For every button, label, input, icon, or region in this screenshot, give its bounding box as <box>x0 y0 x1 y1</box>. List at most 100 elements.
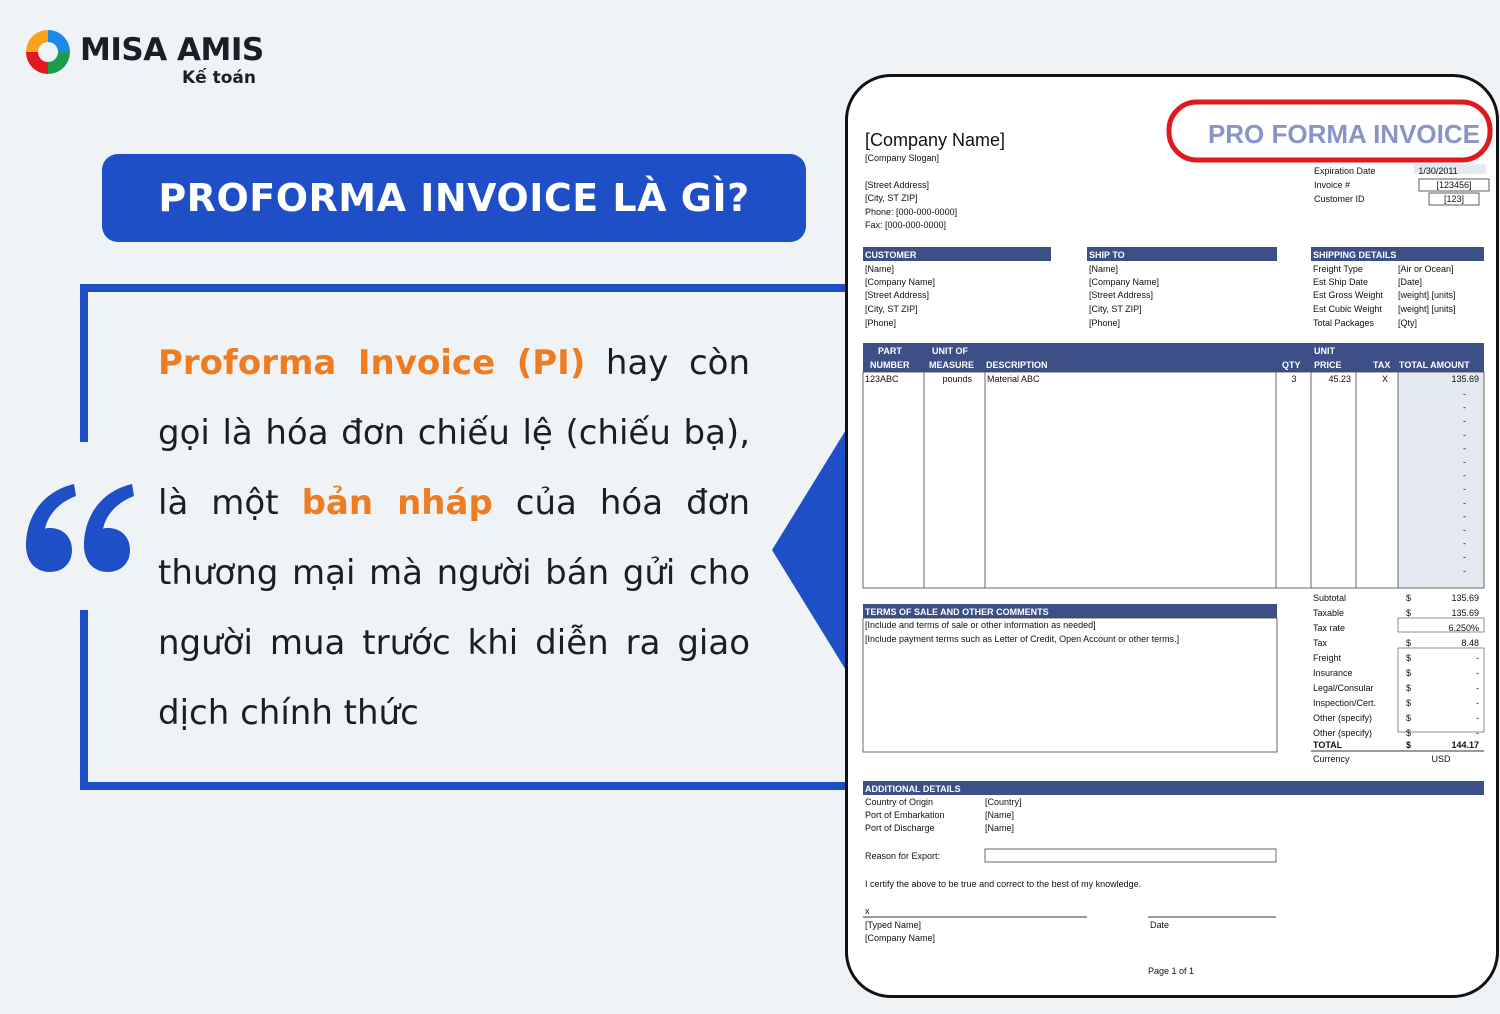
col-part: PART <box>878 346 902 356</box>
shipping-value: [weight] [units] <box>1398 290 1456 300</box>
empty-amount-dash: - <box>1463 525 1466 535</box>
totals-label: Other (specify) <box>1313 728 1372 738</box>
totals-currency-sign: $ <box>1406 593 1411 603</box>
additional-heading: ADDITIONAL DETAILS <box>865 784 961 794</box>
col-uom: MEASURE <box>929 360 974 370</box>
empty-amount-dash: - <box>1463 511 1466 521</box>
grand-total-currency-sign: $ <box>1406 740 1411 750</box>
ship-to-heading: SHIP TO <box>1089 250 1125 260</box>
meta-value: [123456] <box>1436 180 1471 190</box>
address-line: Fax: [000-000-0000] <box>865 220 946 230</box>
totals-value: 6.250% <box>1448 623 1479 633</box>
totals-currency-sign: $ <box>1406 728 1411 738</box>
address-line: [Street Address] <box>865 180 929 190</box>
totals-value: - <box>1476 668 1479 678</box>
col-qty: QTY <box>1282 360 1301 370</box>
meta-value: [123] <box>1444 194 1464 204</box>
col-total: TOTAL AMOUNT <box>1399 360 1470 370</box>
totals-label: Tax <box>1313 638 1328 648</box>
totals-currency-sign: $ <box>1406 653 1411 663</box>
meta-label: Expiration Date <box>1314 166 1376 176</box>
misa-ring-icon <box>26 30 70 74</box>
terms-line: [Include and terms of sale or other info… <box>865 620 1096 630</box>
totals-value: - <box>1476 698 1479 708</box>
currency-value: USD <box>1431 754 1451 764</box>
totals-value: - <box>1476 728 1479 738</box>
currency-label: Currency <box>1313 754 1350 764</box>
totals-value: 135.69 <box>1451 593 1479 603</box>
empty-amount-dash: - <box>1463 566 1466 576</box>
address-line: Phone: [000-000-0000] <box>865 207 957 217</box>
grand-total-value: 144.17 <box>1451 740 1479 750</box>
certify-text: I certify the above to be true and corre… <box>865 879 1141 889</box>
company-slogan: [Company Slogan] <box>865 153 939 163</box>
empty-amount-dash: - <box>1463 416 1466 426</box>
terms-line: [Include payment terms such as Letter of… <box>865 634 1179 644</box>
grand-total-label: TOTAL <box>1313 740 1343 750</box>
definition-text: Proforma Invoice (PI) hay còn gọi là hóa… <box>158 328 750 748</box>
meta-value: 1/30/2011 <box>1418 166 1457 176</box>
empty-amount-dash: - <box>1463 430 1466 440</box>
page-number: Page 1 of 1 <box>1148 966 1194 976</box>
frame-left-border-lower <box>80 610 88 790</box>
frame-top-border <box>80 284 850 292</box>
totals-value: - <box>1476 683 1479 693</box>
empty-amount-dash: - <box>1463 539 1466 549</box>
totals-label: Insurance <box>1313 668 1353 678</box>
term-highlight: Proforma Invoice (PI) <box>158 343 586 383</box>
invoice-sheet: PRO FORMA INVOICE [Company Name] [Compan… <box>862 99 1493 976</box>
empty-amount-dash: - <box>1463 457 1466 467</box>
ship-to-line: [Name] <box>1089 264 1118 274</box>
col-description: DESCRIPTION <box>986 360 1048 370</box>
item-part: 123ABC <box>865 374 899 384</box>
item-qty: 3 <box>1291 374 1296 384</box>
col-price: PRICE <box>1314 360 1342 370</box>
totals-label: Tax rate <box>1313 623 1345 633</box>
customer-heading: CUSTOMER <box>865 250 917 260</box>
totals-label: Taxable <box>1313 608 1344 618</box>
col-price: UNIT <box>1314 346 1335 356</box>
brand-name: MISA AMIS <box>80 32 264 68</box>
empty-amount-dash: - <box>1463 443 1466 453</box>
empty-amount-dash: - <box>1463 552 1466 562</box>
customer-line: [City, ST ZIP] <box>865 304 918 314</box>
totals-label: Subtotal <box>1313 593 1346 603</box>
additional-label: Port of Discharge <box>865 823 935 833</box>
additional-value: [Name] <box>985 810 1014 820</box>
totals-label: Freight <box>1313 653 1342 663</box>
shipping-label: Total Packages <box>1313 318 1375 328</box>
items-table <box>862 371 1485 589</box>
signature-mark: x <box>865 906 870 916</box>
meta-label: Invoice # <box>1314 180 1350 190</box>
item-price: 45.23 <box>1328 374 1351 384</box>
ship-to-line: [Phone] <box>1089 318 1120 328</box>
totals-label: Inspection/Cert. <box>1313 698 1376 708</box>
reason-label: Reason for Export: <box>865 851 940 861</box>
item-uom: pounds <box>942 374 972 384</box>
empty-amount-dash: - <box>1463 403 1466 413</box>
ship-to-line: [City, ST ZIP] <box>1089 304 1142 314</box>
item-tax: X <box>1382 374 1388 384</box>
item-description: Material ABC <box>987 374 1040 384</box>
col-uom: UNIT OF <box>932 346 968 356</box>
col-tax: TAX <box>1373 360 1390 370</box>
shipping-label: Freight Type <box>1313 264 1363 274</box>
shipping-value: [Air or Ocean] <box>1398 264 1454 274</box>
col-part: NUMBER <box>870 360 910 370</box>
additional-label: Country of Origin <box>865 797 933 807</box>
empty-amount-dash: - <box>1463 498 1466 508</box>
additional-value: [Name] <box>985 823 1014 833</box>
draft-highlight: bản nháp <box>301 483 493 523</box>
address-line: [City, ST ZIP] <box>865 193 918 203</box>
misa-amis-logo: MISA AMIS Kế toán <box>24 26 264 90</box>
frame-bottom-border <box>80 782 850 790</box>
invoice-title: PRO FORMA INVOICE <box>1208 119 1480 149</box>
totals-value: 135.69 <box>1451 608 1479 618</box>
shipping-heading: SHIPPING DETAILS <box>1313 250 1396 260</box>
ship-to-line: [Street Address] <box>1089 290 1153 300</box>
shipping-label: Est Gross Weight <box>1313 290 1383 300</box>
totals-currency-sign: $ <box>1406 698 1411 708</box>
customer-line: [Name] <box>865 264 894 274</box>
customer-line: [Company Name] <box>865 277 935 287</box>
empty-amount-dash: - <box>1463 484 1466 494</box>
